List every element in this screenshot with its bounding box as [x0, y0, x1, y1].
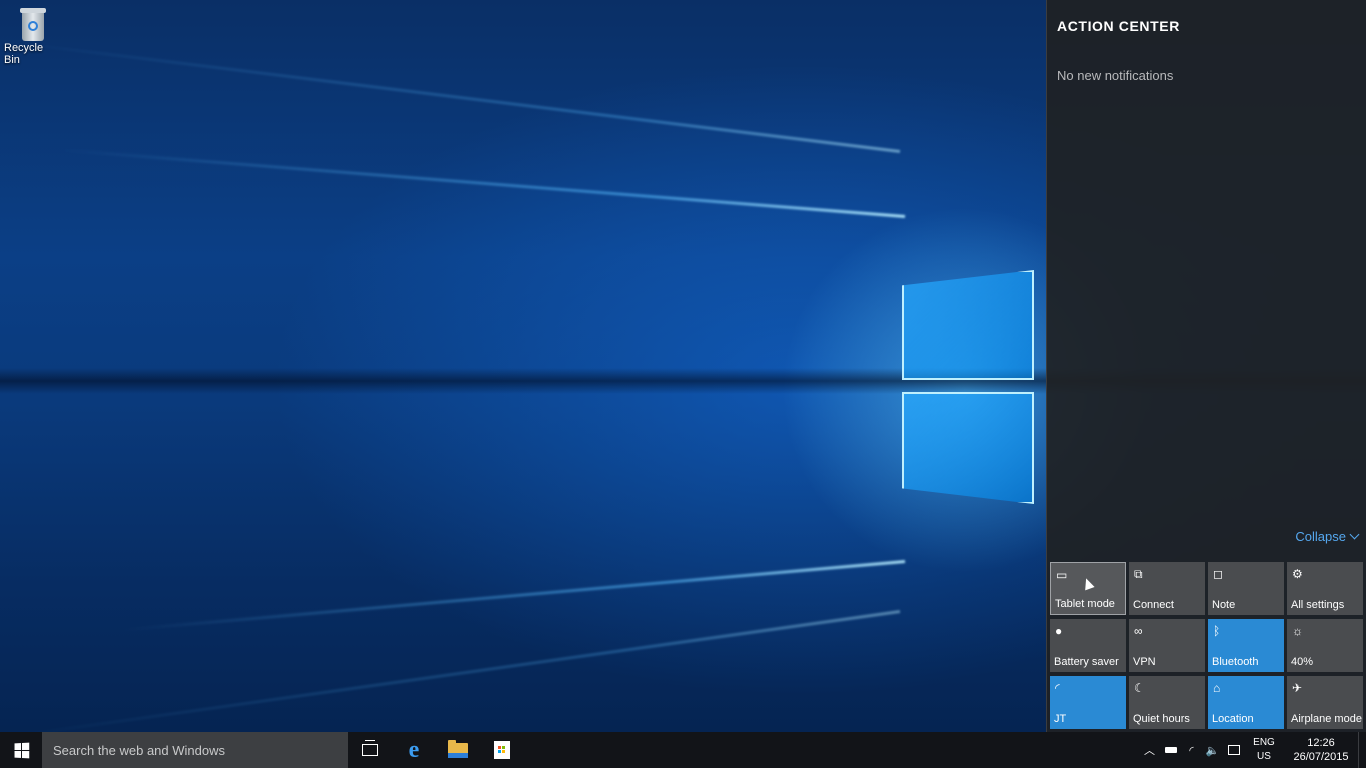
light-beam	[62, 148, 906, 218]
tablet-mode-icon: ▭	[1056, 568, 1068, 582]
battery-icon	[1164, 747, 1177, 753]
folder-icon	[448, 739, 468, 758]
location-icon: ⌂	[1213, 681, 1221, 695]
connect-icon: ⧉	[1134, 567, 1143, 581]
quick-action-airplane-mode[interactable]: ✈ Airplane mode	[1287, 676, 1363, 729]
system-tray: ︿ ◜ 🔈 ENG US 12:26 26/07/2015	[1139, 732, 1366, 768]
quick-action-note[interactable]: ◻ Note	[1208, 562, 1284, 615]
store-button[interactable]	[480, 732, 524, 768]
edge-icon: e	[408, 737, 420, 763]
bluetooth-icon: ᛒ	[1213, 624, 1221, 638]
quick-action-vpn[interactable]: ∞ VPN	[1129, 619, 1205, 672]
store-icon	[494, 741, 510, 759]
light-beam	[6, 40, 901, 153]
mouse-cursor-icon	[1081, 576, 1095, 591]
chevron-down-icon	[1349, 529, 1360, 540]
search-placeholder: Search the web and Windows	[53, 742, 225, 758]
vpn-icon: ∞	[1134, 624, 1143, 638]
chevron-up-icon: ︿	[1144, 745, 1155, 757]
window-logo-pane	[902, 392, 1034, 504]
wifi-icon: ◜	[1189, 744, 1194, 757]
quick-action-tablet-mode[interactable]: ▭ Tablet mode	[1050, 562, 1126, 615]
show-desktop-button[interactable]	[1358, 732, 1366, 768]
edge-button[interactable]: e	[392, 732, 436, 768]
quick-action-quiet-hours[interactable]: ☾ Quiet hours	[1129, 676, 1205, 729]
recycle-bin-icon	[19, 6, 47, 41]
action-center-panel: ACTION CENTER No new notifications Colla…	[1046, 0, 1366, 732]
notification-icon	[1227, 745, 1240, 755]
quick-action-battery-saver[interactable]: ● Battery saver	[1050, 619, 1126, 672]
collapse-button[interactable]: Collapse	[1295, 529, 1360, 544]
wifi-icon: ◜	[1055, 681, 1060, 695]
language-code: ENG	[1253, 737, 1275, 748]
input-language-button[interactable]: ENG US	[1244, 732, 1284, 768]
task-view-icon	[362, 740, 378, 756]
desktop-icon-recycle-bin[interactable]: Recycle Bin	[4, 6, 62, 66]
quick-actions-grid: ▭ Tablet mode ⧉ Connect ◻ Note ⚙ All set…	[1050, 562, 1363, 729]
quick-action-brightness[interactable]: ☼ 40%	[1287, 619, 1363, 672]
window-logo-pane	[902, 270, 1034, 380]
quick-action-location[interactable]: ⌂ Location	[1208, 676, 1284, 729]
clock-date: 26/07/2015	[1293, 751, 1349, 763]
no-notifications-message: No new notifications	[1057, 68, 1174, 83]
quick-action-connect[interactable]: ⧉ Connect	[1129, 562, 1205, 615]
file-explorer-button[interactable]	[436, 732, 480, 768]
desktop-icon-label: Recycle Bin	[4, 42, 44, 66]
start-button[interactable]	[0, 732, 42, 768]
action-center-title: ACTION CENTER	[1057, 18, 1180, 34]
quick-action-all-settings[interactable]: ⚙ All settings	[1287, 562, 1363, 615]
clock-time: 12:26	[1307, 737, 1335, 749]
moon-icon: ☾	[1134, 681, 1145, 695]
quick-action-wifi[interactable]: ◜ JT	[1050, 676, 1126, 729]
quick-action-bluetooth[interactable]: ᛒ Bluetooth	[1208, 619, 1284, 672]
clock-button[interactable]: 12:26 26/07/2015	[1284, 732, 1358, 768]
network-button[interactable]: ◜	[1181, 732, 1202, 768]
show-hidden-icons-button[interactable]: ︿	[1139, 732, 1160, 768]
volume-button[interactable]: 🔈	[1202, 732, 1223, 768]
action-center-button[interactable]	[1223, 732, 1244, 768]
language-region: US	[1257, 751, 1271, 762]
airplane-icon: ✈	[1292, 681, 1303, 695]
gear-icon: ⚙	[1292, 567, 1303, 581]
collapse-label: Collapse	[1295, 529, 1346, 544]
taskbar: Search the web and Windows e ︿ ◜ 🔈 ENG U…	[0, 732, 1366, 768]
task-view-button[interactable]	[348, 732, 392, 768]
windows-logo-icon	[14, 742, 29, 758]
brightness-icon: ☼	[1292, 624, 1303, 638]
battery-saver-icon: ●	[1055, 624, 1063, 638]
search-box[interactable]: Search the web and Windows	[42, 732, 348, 768]
battery-button[interactable]	[1160, 732, 1181, 768]
speaker-icon: 🔈	[1205, 744, 1220, 757]
light-beam	[122, 560, 906, 632]
note-icon: ◻	[1213, 567, 1223, 581]
